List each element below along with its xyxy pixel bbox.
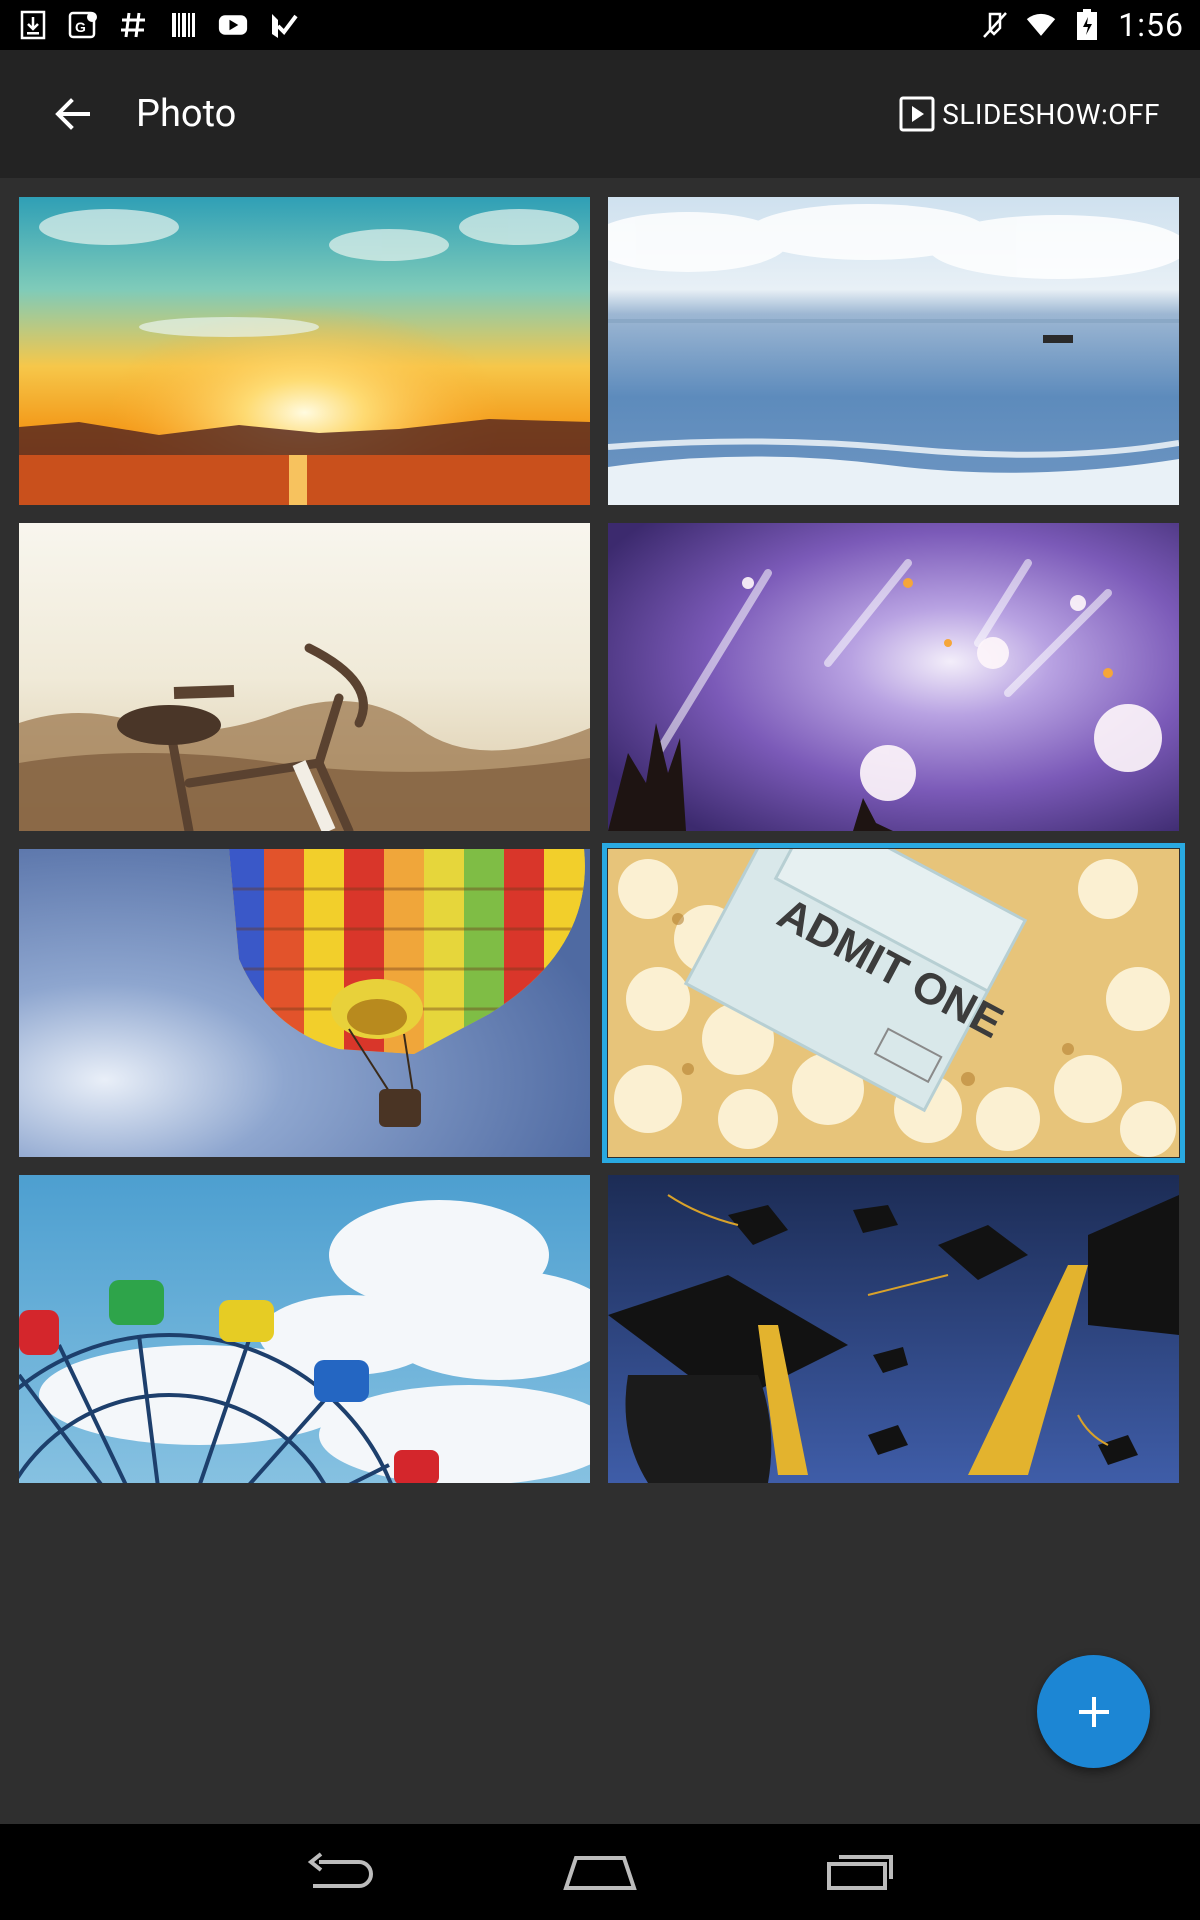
nav-home-button[interactable] bbox=[550, 1837, 650, 1907]
status-bar: G 1:56 bbox=[0, 0, 1200, 50]
battery-icon bbox=[1072, 9, 1102, 40]
app-toolbar: Photo SLIDESHOW:OFF bbox=[0, 50, 1200, 178]
nav-recents-button[interactable] bbox=[810, 1837, 910, 1907]
photo-grid: ADMIT ONE bbox=[19, 197, 1185, 1483]
mute-icon bbox=[980, 10, 1010, 40]
plus-icon bbox=[1078, 1696, 1109, 1727]
wifi-icon bbox=[1026, 10, 1056, 40]
checkmark-icon bbox=[268, 10, 298, 40]
status-system-icons: 1:56 bbox=[980, 6, 1184, 44]
slideshow-toggle-button[interactable]: SLIDESHOW:OFF bbox=[898, 95, 1160, 133]
hashtag-icon bbox=[118, 10, 148, 40]
photo-tile-graduation-caps[interactable] bbox=[608, 1175, 1179, 1483]
slideshow-label: SLIDESHOW:OFF bbox=[942, 97, 1160, 131]
photo-tile-popcorn-ticket[interactable]: ADMIT ONE bbox=[602, 843, 1185, 1163]
page-title: Photo bbox=[136, 92, 237, 136]
download-icon bbox=[18, 10, 48, 40]
photo-tile-ocean[interactable] bbox=[608, 197, 1179, 505]
back-nav-icon bbox=[307, 1852, 373, 1888]
youtube-icon bbox=[218, 10, 248, 40]
barcode-icon bbox=[168, 10, 198, 40]
home-nav-icon bbox=[563, 1856, 637, 1890]
status-time: 1:56 bbox=[1118, 6, 1184, 44]
back-button[interactable] bbox=[36, 78, 108, 150]
photo-tile-bicycle[interactable] bbox=[19, 523, 590, 831]
maps-icon: G bbox=[68, 10, 98, 40]
photo-tile-sunset[interactable] bbox=[19, 197, 590, 505]
photo-tile-ferris-wheel[interactable] bbox=[19, 1175, 590, 1483]
system-nav-bar bbox=[0, 1824, 1200, 1920]
status-notification-icons: G bbox=[18, 10, 298, 40]
recents-nav-icon bbox=[827, 1855, 893, 1890]
arrow-back-icon bbox=[55, 98, 90, 130]
svg-text:G: G bbox=[75, 19, 86, 35]
photo-tile-concert[interactable] bbox=[608, 523, 1179, 831]
play-icon bbox=[899, 96, 935, 132]
nav-back-button[interactable] bbox=[290, 1837, 390, 1907]
add-photo-button[interactable] bbox=[1037, 1655, 1150, 1768]
photo-tile-hot-air-balloon[interactable] bbox=[19, 849, 590, 1157]
